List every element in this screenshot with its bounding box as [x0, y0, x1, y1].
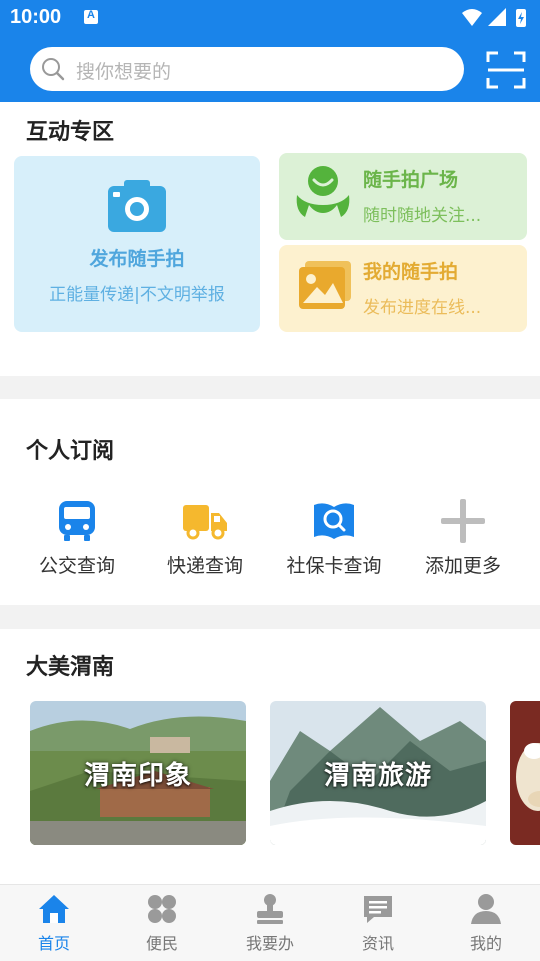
status-time: 10:00 — [10, 6, 62, 28]
section-title-interaction: 互动专区 — [26, 120, 115, 145]
section-title-beauty: 大美渭南 — [26, 655, 115, 680]
tab-news[interactable]: 资讯 — [324, 885, 432, 961]
notification-icon — [84, 9, 98, 24]
search-icon — [42, 58, 65, 81]
tab-services[interactable]: 我要办 — [216, 885, 324, 961]
mine-title: 我的随手拍 — [363, 261, 459, 283]
square-card[interactable]: 随手拍广场 随时随地关注... — [279, 153, 527, 240]
bus-query-label: 公交查询 — [38, 555, 115, 577]
bus-query-item[interactable]: 公交查询 — [13, 499, 141, 589]
promo-label-impression: 渭南印象 — [83, 761, 192, 791]
book-search-icon — [314, 503, 354, 539]
publish-subtitle: 正能量传递|不文明举报 — [49, 285, 225, 305]
promo-card-food[interactable] — [510, 701, 540, 845]
tab-home-label: 首页 — [37, 934, 70, 953]
plus-icon — [441, 499, 485, 543]
smile-people-icon — [296, 166, 350, 217]
tab-convenience[interactable]: 便民 — [108, 885, 216, 961]
social-card-query-item[interactable]: 社保卡查询 — [270, 499, 398, 589]
social-card-query-label: 社保卡查询 — [286, 555, 382, 577]
bus-icon — [59, 501, 95, 541]
square-subtitle: 随时随地关注... — [363, 206, 482, 226]
scan-icon[interactable] — [486, 50, 526, 90]
express-query-item[interactable]: 快递查询 — [141, 499, 269, 589]
subscription-section: 个人订阅 公交查询 快递查询 社保卡查询 添加更多 — [0, 399, 540, 605]
section-title-subscription: 个人订阅 — [26, 439, 115, 464]
truck-icon — [183, 505, 227, 540]
tab-mine[interactable]: 我的 — [432, 885, 540, 961]
publish-card[interactable]: 发布随手拍 正能量传递|不文明举报 — [14, 156, 260, 332]
interaction-section: 互动专区 发布随手拍 正能量传递|不文明举报 随手拍广场 随时随地关注... 我… — [0, 102, 540, 376]
bottom-tab-bar: 首页 便民 我要办 资讯 我的 — [0, 884, 540, 961]
stamp-icon — [257, 894, 283, 924]
gallery-icon — [299, 261, 351, 309]
top-bar: 搜你想要的 — [0, 36, 540, 102]
home-icon — [39, 895, 69, 923]
express-query-label: 快递查询 — [166, 555, 243, 577]
tab-mine-label: 我的 — [469, 934, 502, 953]
camera-icon — [108, 180, 166, 232]
square-title: 随手拍广场 — [363, 169, 459, 191]
beauty-section: 大美渭南 渭南印象 渭南旅游 — [0, 629, 540, 884]
promo-label-tourism: 渭南旅游 — [323, 761, 432, 791]
food-image — [510, 701, 540, 845]
search-box[interactable]: 搜你想要的 — [30, 47, 464, 91]
promo-card-tourism[interactable]: 渭南旅游 — [270, 701, 486, 845]
message-icon — [364, 896, 392, 923]
status-icons — [462, 8, 526, 27]
promo-card-impression[interactable]: 渭南印象 — [30, 701, 246, 845]
search-input[interactable]: 搜你想要的 — [76, 57, 171, 84]
tab-services-label: 我要办 — [245, 934, 294, 953]
tab-home[interactable]: 首页 — [0, 885, 108, 961]
tab-convenience-label: 便民 — [145, 934, 178, 953]
mine-subtitle: 发布进度在线... — [363, 298, 482, 318]
clover-icon — [148, 895, 176, 923]
signal-icon — [488, 8, 506, 26]
add-more-label: 添加更多 — [424, 555, 501, 577]
publish-title: 发布随手拍 — [89, 248, 185, 270]
add-more-item[interactable]: 添加更多 — [399, 499, 527, 589]
tab-news-label: 资讯 — [361, 934, 394, 953]
wifi-icon — [462, 9, 482, 26]
user-icon — [471, 894, 501, 924]
status-bar: 10:00 — [0, 0, 540, 36]
my-photos-card[interactable]: 我的随手拍 发布进度在线... — [279, 245, 527, 332]
